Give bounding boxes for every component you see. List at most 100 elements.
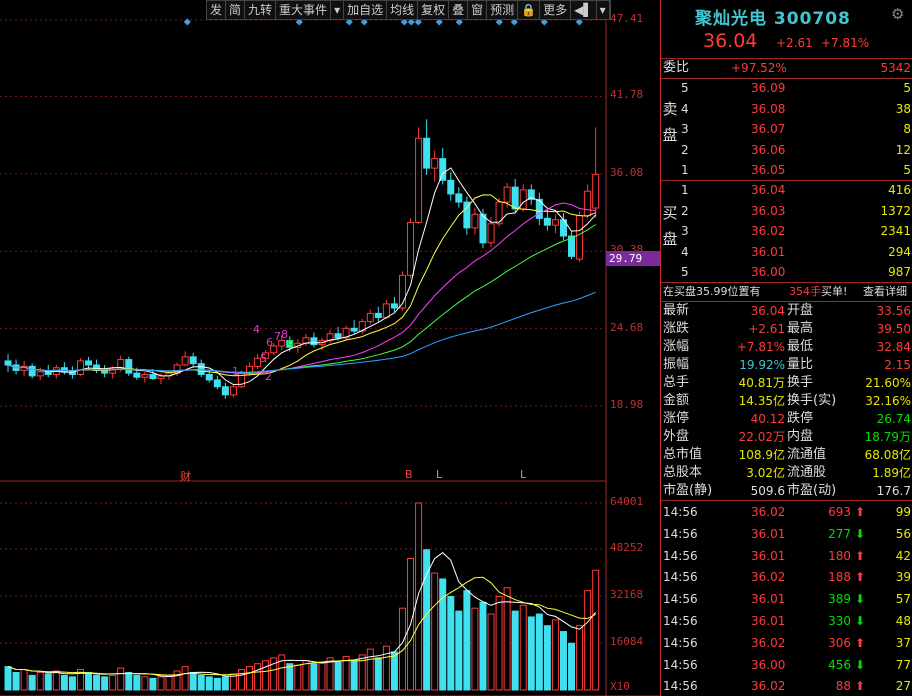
tick-row: 14:56 36.01 277 ⬇ 56 — [661, 524, 912, 545]
volume-bar — [350, 660, 358, 691]
sell-label-2: 盘 — [662, 126, 678, 144]
toolbar-item[interactable]: 发 — [207, 1, 227, 19]
weibi-diff: 5342 — [880, 61, 911, 75]
stat-row: 外盘 22.02万 内盘 18.79万 — [661, 428, 912, 446]
volume-bar — [431, 572, 439, 691]
candle-body — [519, 189, 527, 210]
candle-body — [584, 190, 592, 217]
toolbar-item[interactable]: ▾ — [331, 1, 345, 19]
stat-label: 跌停 — [787, 411, 814, 426]
ask-row: 2 36.06 12 — [661, 141, 912, 159]
volume-bar — [382, 645, 390, 691]
volume-bar — [519, 604, 527, 691]
price-change: +2.61 — [776, 36, 813, 50]
candle-body — [431, 158, 439, 169]
volume-bar — [342, 655, 350, 691]
candle-body — [60, 367, 68, 373]
candle-body — [125, 359, 133, 374]
ask-level: 2 — [681, 142, 689, 157]
current-price-label: 29.79 — [606, 251, 660, 266]
tick-price: 36.02 — [751, 570, 786, 585]
arrow-up-icon: ⬆ — [854, 570, 865, 585]
candle-body — [350, 327, 358, 332]
tick-time: 14:56 — [663, 614, 698, 628]
view-detail-link[interactable]: 查看详细 — [863, 283, 907, 301]
candle-body — [28, 365, 36, 377]
bid-price: 36.03 — [751, 203, 786, 218]
nine-turn-number: 7 — [274, 330, 281, 343]
tick-time: 14:56 — [663, 592, 698, 607]
bid-volume: 2341 — [880, 224, 911, 238]
volume-bar — [141, 676, 149, 691]
toolbar-item[interactable]: 叠 — [449, 1, 469, 19]
stat-value: 33.56 — [876, 304, 911, 318]
toolbar-item[interactable]: 窗 — [468, 1, 488, 19]
toolbar-item[interactable]: 均线 — [387, 1, 419, 19]
volume-bar — [4, 666, 12, 691]
toolbar-item[interactable]: 九转 — [245, 1, 277, 19]
candle-body — [197, 363, 205, 376]
volume-bar — [576, 625, 584, 691]
tick-row: 14:56 36.01 389 ⬇ 57 — [661, 589, 912, 610]
candle-body — [487, 223, 495, 244]
stat-label: 最高 — [787, 321, 814, 336]
volume-axis-label: 32168 — [610, 588, 644, 601]
tick-time: 14:56 — [663, 505, 698, 519]
volume-bar — [318, 661, 326, 691]
volume-bar — [109, 674, 117, 691]
stat-row: 金额 14.35亿 换手(实) 32.16% — [661, 392, 912, 410]
arrow-down-icon: ⬇ — [854, 592, 865, 607]
tick-time: 14:56 — [663, 570, 698, 585]
stat-value: 22.02万 — [738, 430, 785, 444]
toolbar-item[interactable]: 🔒 — [518, 1, 541, 19]
toolbar-item[interactable]: 预测 — [487, 1, 519, 19]
stat-row: 最新 36.04 开盘 33.56 — [661, 302, 912, 320]
volume-bar — [205, 676, 213, 691]
tick-row: 14:56 36.01 180 ⬆ 42 — [661, 546, 912, 567]
candle-body — [390, 303, 398, 309]
ask-price: 36.09 — [751, 81, 786, 95]
event-marker: L — [436, 468, 443, 481]
volume-bar — [254, 663, 262, 691]
volume-bar — [173, 670, 181, 691]
tick-price: 36.00 — [751, 657, 786, 672]
candle-body — [213, 379, 221, 388]
tick-volume: 188 — [828, 570, 851, 585]
volume-bar — [52, 670, 60, 691]
volume-bar — [165, 674, 173, 691]
arrow-down-icon: ⬇ — [854, 657, 865, 672]
tick-count: 77 — [895, 657, 911, 672]
gear-icon[interactable]: ⚙ — [891, 5, 904, 23]
candle-body — [310, 337, 318, 346]
volume-bar — [568, 642, 576, 691]
toolbar-item[interactable]: 加自选 — [344, 1, 388, 19]
arrow-down-icon: ⬇ — [854, 614, 865, 628]
nine-turn-number: 5 — [260, 352, 267, 365]
stat-row: 市盈(静) 509.6 市盈(动) 176.7 — [661, 482, 912, 500]
stat-label: 开盘 — [787, 303, 814, 318]
bid-price: 36.02 — [751, 224, 786, 238]
tick-count: 56 — [895, 526, 911, 541]
toolbar-item[interactable]: 重大事件 — [276, 1, 332, 19]
candle-body — [382, 303, 390, 318]
price-header: 36.04 +2.61 +7.81% — [661, 30, 912, 54]
toolbar-item[interactable]: ◀▌ — [571, 1, 597, 19]
order-alert-bar[interactable]: 在买盘35.99位置有 354手 买单! 查看详细 — [661, 283, 912, 301]
ask-volume: 8 — [903, 122, 911, 136]
toolbar-item[interactable]: 简 — [226, 1, 246, 19]
bid-row: 1 36.04 416 — [661, 181, 912, 199]
toolbar-item[interactable]: ▾ — [597, 1, 610, 19]
ask-level: 1 — [681, 163, 689, 177]
toolbar-item[interactable]: 复权 — [418, 1, 450, 19]
price-axis-label: 36.08 — [610, 165, 644, 179]
stock-title: 聚灿光电 300708 ⚙ — [661, 0, 912, 30]
stat-value: 21.60% — [865, 376, 911, 390]
volume-bar — [503, 587, 511, 691]
volume-bar — [101, 676, 109, 691]
arrow-down-icon: ⬇ — [854, 526, 865, 541]
volume-bar — [197, 674, 205, 691]
toolbar-item[interactable]: 更多 — [540, 1, 572, 19]
stat-value: 26.74 — [876, 412, 911, 426]
kline-chart-area[interactable]: 发简九转 重大事件 ▾ 加自选 均线 复权叠窗预测 🔒 更多 ◀▌ ▾ 47.41 41.78 36.… — [0, 0, 660, 696]
kline-svg[interactable] — [0, 0, 660, 696]
